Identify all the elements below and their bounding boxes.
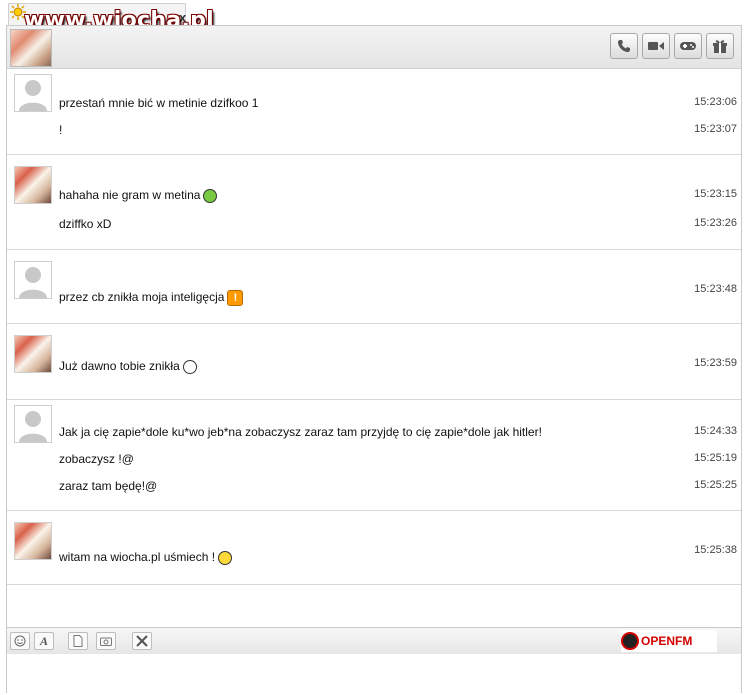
default-user-icon: [19, 267, 47, 298]
message-text: dziffko xD: [59, 217, 112, 231]
games-button[interactable]: [674, 33, 702, 59]
message-time: 15:23:06: [694, 96, 737, 108]
file-icon: [73, 635, 83, 647]
gift-icon: [713, 40, 727, 53]
avatar[interactable]: [14, 74, 52, 112]
font-icon: A: [39, 633, 48, 648]
message-text-content: Już dawno tobie znikła: [59, 359, 180, 373]
grin-emoticon-icon: [182, 359, 197, 374]
openfm-label: OPENFM: [641, 634, 693, 648]
message-text-content: hahaha nie gram w metina: [59, 188, 201, 202]
message-time: 15:23:15: [694, 188, 737, 200]
exclamation-emoticon-icon: !: [227, 290, 244, 306]
phone-icon: [618, 40, 630, 52]
message-time: 15:25:25: [694, 479, 737, 491]
call-button[interactable]: [610, 33, 638, 59]
video-camera-icon: [648, 42, 664, 50]
message-group: przestań mnie bić w metinie dzifkoo 1 15…: [7, 69, 741, 155]
message-group: Już dawno tobie znikła 15:23:59: [7, 324, 741, 400]
message-group: hahaha nie gram w metina 15:23:15 dziffk…: [7, 155, 741, 250]
smiley-icon: [14, 635, 26, 647]
message-text: zobaczysz !@: [59, 452, 134, 466]
tab-bar: x www.wiocha.pl: [0, 0, 747, 33]
tools-icon: [136, 635, 148, 647]
message-text: przez cb znikła moja inteligęcja!: [59, 290, 244, 306]
message-time: 15:23:26: [694, 217, 737, 229]
message-time: 15:23:48: [694, 283, 737, 295]
gamepad-icon: [680, 42, 696, 50]
message-time: 15:24:33: [694, 425, 737, 437]
message-text: Jak ja cię zapie*dole ku*wo jeb*na zobac…: [59, 425, 542, 439]
gift-button[interactable]: [706, 33, 734, 59]
message-text: !: [59, 123, 63, 137]
message-text-content: witam na wiocha.pl uśmiech !: [59, 550, 216, 564]
avatar[interactable]: [14, 405, 52, 443]
openfm-logo-icon: [621, 632, 639, 650]
tools-button[interactable]: [132, 632, 152, 650]
photo-button[interactable]: [96, 632, 116, 650]
camera-icon: [100, 637, 112, 646]
message-group: witam na wiocha.pl uśmiech ! 15:25:38: [7, 511, 741, 585]
message-input[interactable]: [7, 654, 741, 693]
compose-toolbar: A OPENFM: [7, 627, 741, 655]
font-button[interactable]: A: [34, 632, 54, 650]
message-text-content: przez cb znikła moja inteligęcja: [59, 290, 225, 305]
avatar[interactable]: [14, 335, 52, 373]
message-group: przez cb znikła moja inteligęcja! 15:23:…: [7, 250, 741, 324]
laughing-emoticon-icon: [203, 188, 218, 203]
message-group: Jak ja cię zapie*dole ku*wo jeb*na zobac…: [7, 400, 741, 511]
avatar[interactable]: [14, 166, 52, 204]
message-text: hahaha nie gram w metina: [59, 188, 218, 203]
openfm-radio-link[interactable]: OPENFM: [621, 630, 717, 652]
video-call-button[interactable]: [642, 33, 670, 59]
avatar[interactable]: [14, 522, 52, 560]
emoticon-button[interactable]: [10, 632, 30, 650]
send-file-button[interactable]: [68, 632, 88, 650]
default-user-icon: [19, 411, 47, 442]
message-time: 15:23:07: [694, 123, 737, 135]
message-text: Już dawno tobie znikła: [59, 359, 197, 374]
message-text: zaraz tam będę!@: [59, 479, 158, 493]
message-text: witam na wiocha.pl uśmiech !: [59, 550, 233, 565]
message-list[interactable]: przestań mnie bić w metinie dzifkoo 1 15…: [7, 69, 741, 627]
avatar[interactable]: [14, 261, 52, 299]
chat-header: [7, 26, 741, 69]
smile-emoticon-icon: [218, 550, 233, 565]
contact-avatar[interactable]: [10, 29, 52, 67]
message-time: 15:25:38: [694, 544, 737, 556]
message-time: 15:23:59: [694, 357, 737, 369]
default-user-icon: [19, 80, 47, 111]
message-time: 15:25:19: [694, 452, 737, 464]
message-text: przestań mnie bić w metinie dzifkoo 1: [59, 96, 259, 110]
